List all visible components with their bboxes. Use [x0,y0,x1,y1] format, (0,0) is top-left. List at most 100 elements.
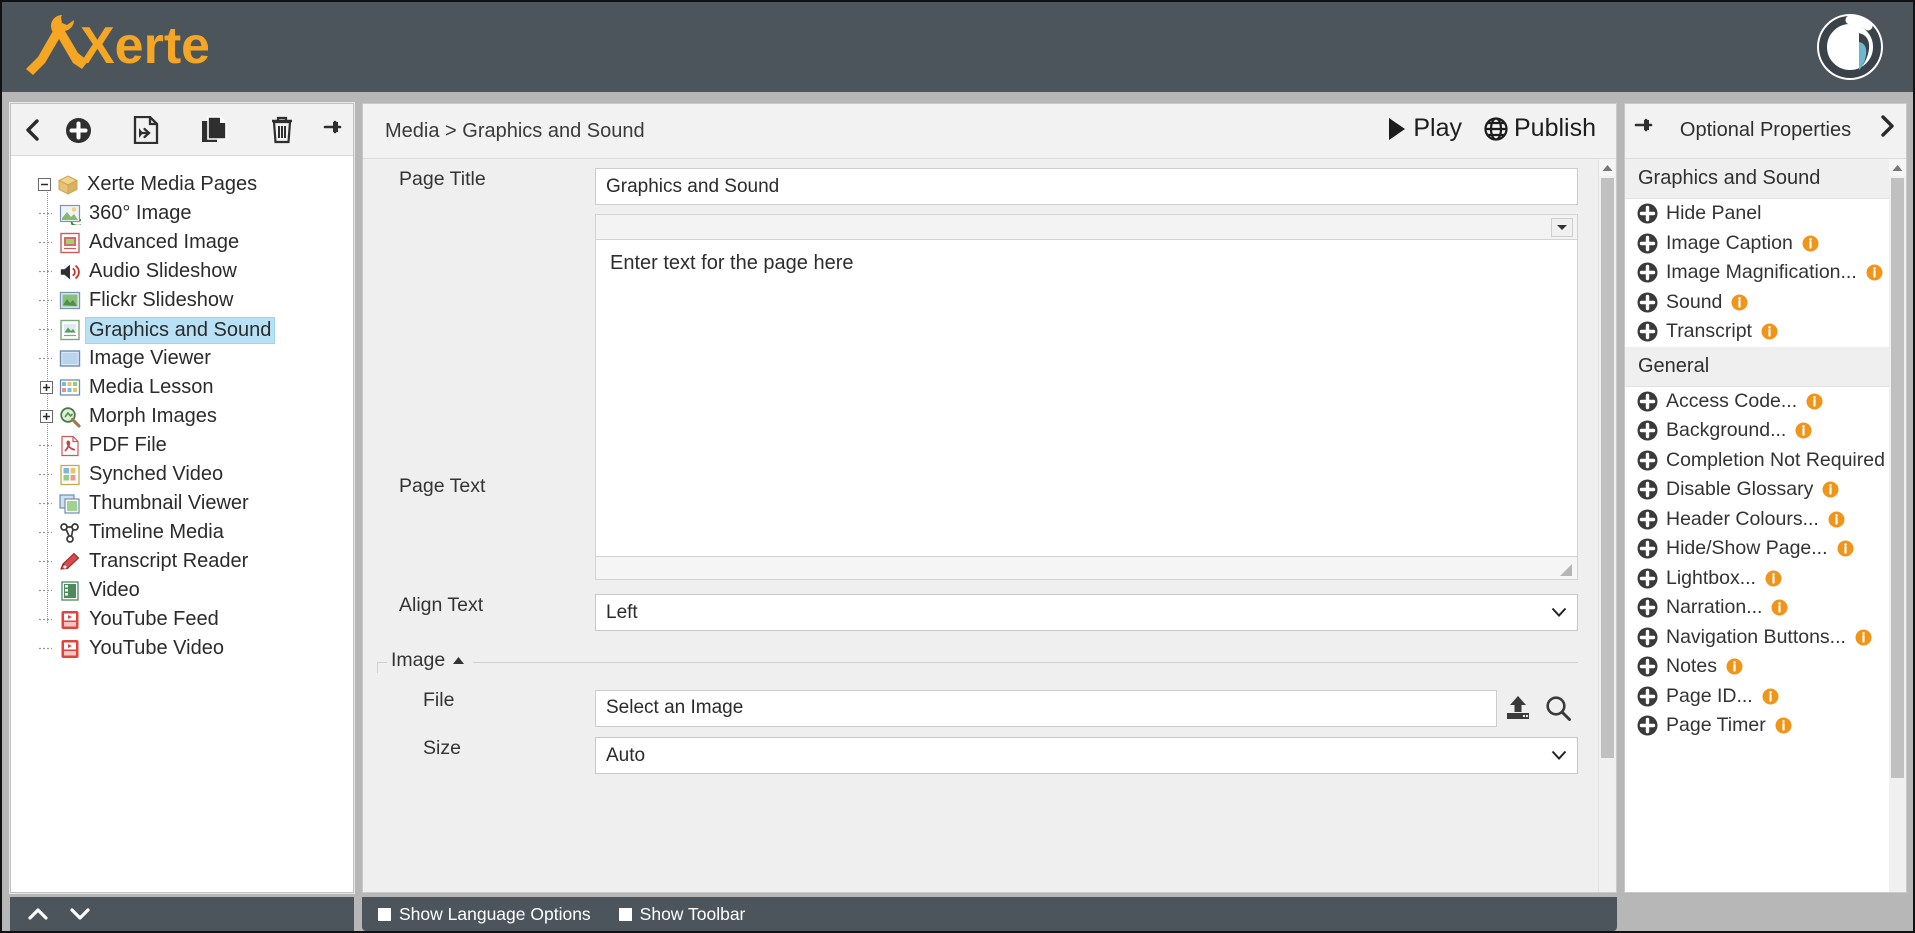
plus-circle-icon[interactable] [1637,509,1658,530]
info-icon[interactable] [1775,717,1792,734]
plus-circle-icon[interactable] [1637,597,1658,618]
info-icon[interactable] [1806,393,1823,410]
tree-item-video[interactable]: Video [11,576,353,605]
property-item-page-id[interactable]: Page ID... [1625,682,1891,712]
tree-item-audio-slideshow[interactable]: Audio Slideshow [11,257,353,286]
property-item-image-caption[interactable]: Image Caption [1625,229,1891,259]
property-item-hide-panel[interactable]: Hide Panel [1625,199,1891,229]
scrollbar-thumb[interactable] [1891,178,1904,778]
tree-item-youtube-feed[interactable]: YouTube Feed [11,605,353,634]
tree-item-media-lesson[interactable]: Media Lesson [11,373,353,402]
property-item-hide-show-page[interactable]: Hide/Show Page... [1625,534,1891,564]
speaker-icon [59,261,81,283]
tree-item-pdf-file[interactable]: PDF File [11,431,353,460]
move-down-button[interactable] [70,907,90,921]
page-title-input[interactable] [595,168,1578,205]
upload-icon[interactable] [1497,689,1537,727]
tree-item-graphics-and-sound[interactable]: Graphics and Sound [11,315,353,344]
publish-button[interactable]: Publish [1484,114,1596,143]
property-item-image-magnification[interactable]: Image Magnification... [1625,258,1891,288]
tree-item-flickr-slideshow[interactable]: Flickr Slideshow [11,286,353,315]
image-section-header[interactable]: Image [377,651,1578,673]
move-page-button[interactable] [131,115,161,145]
info-icon[interactable] [1837,540,1854,557]
info-icon[interactable] [1762,688,1779,705]
tree-item-youtube-video[interactable]: YouTube Video [11,634,353,663]
plus-circle-icon[interactable] [1637,292,1658,313]
plus-circle-icon[interactable] [1637,686,1658,707]
page-text-input[interactable]: Enter text for the page here [595,239,1578,557]
property-item-notes[interactable]: Notes [1625,652,1891,682]
scroll-up-button[interactable] [1889,159,1906,176]
editor-scrollbar[interactable] [1598,159,1615,892]
tree-item-thumbnail-viewer[interactable]: Thumbnail Viewer [11,489,353,518]
play-button[interactable]: Play [1387,114,1462,143]
plus-circle-icon[interactable] [1637,233,1658,254]
file-input[interactable] [595,690,1497,727]
plus-circle-icon[interactable] [1637,262,1658,283]
info-icon[interactable] [1866,264,1883,281]
tree-item-advanced-image[interactable]: Advanced Image [11,228,353,257]
info-icon[interactable] [1731,294,1748,311]
tree-item-timeline-media[interactable]: Timeline Media [11,518,353,547]
info-icon[interactable] [1802,235,1819,252]
size-select[interactable]: Auto [595,737,1578,774]
tree-item-transcript-reader[interactable]: Transcript Reader [11,547,353,576]
plus-circle-icon[interactable] [1637,568,1658,589]
show-toolbar-checkbox[interactable]: Show Toolbar [619,904,746,925]
plus-circle-icon[interactable] [1637,656,1658,677]
toolbar-toggle-button[interactable] [1551,218,1573,237]
plus-circle-icon[interactable] [1637,627,1658,648]
property-item-page-timer[interactable]: Page Timer [1625,711,1891,741]
search-icon[interactable] [1538,689,1578,727]
tree-expander-minus-icon[interactable] [37,177,52,192]
optional-properties-scrollbar[interactable] [1889,159,1906,892]
tree-expander-plus-icon[interactable] [39,409,54,424]
tree-expander-plus-icon[interactable] [39,380,54,395]
property-item-access-code[interactable]: Access Code... [1625,387,1891,417]
property-item-background[interactable]: Background... [1625,416,1891,446]
info-icon[interactable] [1771,599,1788,616]
property-item-navigation-buttons[interactable]: Navigation Buttons... [1625,623,1891,653]
info-icon[interactable] [1761,323,1778,340]
property-item-disable-glossary[interactable]: Disable Glossary [1625,475,1891,505]
tree-root[interactable]: Xerte Media Pages [11,170,353,199]
tree-item-image-viewer[interactable]: Image Viewer [11,344,353,373]
plus-circle-icon[interactable] [1637,321,1658,342]
property-item-narration[interactable]: Narration... [1625,593,1891,623]
tree-item-360-image[interactable]: 360° Image [11,199,353,228]
info-icon[interactable] [1765,570,1782,587]
scroll-up-button[interactable] [1599,159,1615,176]
delete-page-button[interactable] [267,115,297,145]
info-icon[interactable] [1726,658,1743,675]
plus-circle-icon[interactable] [1637,715,1658,736]
duplicate-page-button[interactable] [199,115,229,145]
info-icon[interactable] [1828,511,1845,528]
property-item-transcript[interactable]: Transcript [1625,317,1891,347]
property-item-completion-not-required[interactable]: Completion Not Required [1625,446,1891,476]
plus-circle-icon[interactable] [1637,538,1658,559]
property-item-header-colours[interactable]: Header Colours... [1625,505,1891,535]
property-item-sound[interactable]: Sound [1625,288,1891,318]
plus-circle-icon[interactable] [1637,420,1658,441]
property-item-lightbox[interactable]: Lightbox... [1625,564,1891,594]
move-up-button[interactable] [28,907,48,921]
info-icon[interactable] [1855,629,1872,646]
chevron-right-icon[interactable] [1880,114,1896,143]
scrollbar-thumb[interactable] [1601,178,1614,758]
tree-item-synched-video[interactable]: Synched Video [11,460,353,489]
resize-grip-icon[interactable] [1559,563,1573,577]
tree-item-morph-images[interactable]: Morph Images [11,402,353,431]
add-page-button[interactable] [63,115,93,145]
show-language-options-checkbox[interactable]: Show Language Options [378,904,591,925]
info-icon[interactable] [1795,422,1812,439]
publish-label: Publish [1514,114,1596,143]
plus-circle-icon[interactable] [1637,203,1658,224]
pin-icon[interactable] [321,116,343,140]
plus-circle-icon[interactable] [1637,391,1658,412]
chevron-left-icon[interactable] [21,117,43,143]
plus-circle-icon[interactable] [1637,450,1658,471]
info-icon[interactable] [1822,481,1839,498]
plus-circle-icon[interactable] [1637,479,1658,500]
align-text-select[interactable]: Left [595,594,1578,631]
